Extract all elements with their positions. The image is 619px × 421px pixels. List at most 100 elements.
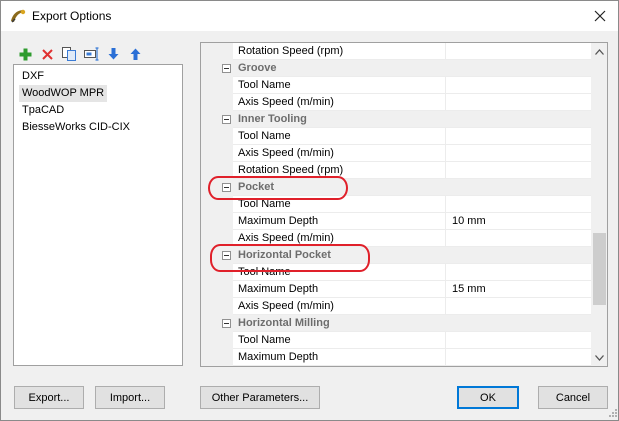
property-value[interactable]: 15 mm [452, 281, 486, 298]
collapse-toggle-icon[interactable] [222, 115, 231, 124]
move-down-icon [108, 48, 119, 60]
window-title: Export Options [32, 9, 112, 23]
column-separator [445, 94, 446, 111]
property-category-row[interactable]: Horizontal Milling [201, 315, 591, 332]
property-row[interactable]: Maximum Depth [201, 349, 591, 366]
property-name: Tool Name [238, 79, 291, 91]
add-icon [19, 48, 32, 60]
column-separator [445, 264, 446, 281]
export-profile-list[interactable]: DXF WoodWOP MPR TpaCAD BiesseWorks CID-C… [13, 64, 183, 366]
move-down-button[interactable] [105, 46, 122, 62]
import-button[interactable]: Import... [95, 386, 165, 409]
column-separator [445, 145, 446, 162]
column-separator [445, 43, 446, 60]
export-options-dialog: Export Options DXF WoodWOP MPR TpaCAD Bi… [0, 0, 619, 421]
profile-item-tpacad[interactable]: TpaCAD [19, 102, 67, 119]
column-separator [445, 298, 446, 315]
row-gutter [201, 162, 233, 179]
property-name: Maximum Depth [238, 351, 319, 363]
row-gutter [201, 145, 233, 162]
property-row[interactable]: Maximum Depth 15 mm [201, 281, 591, 298]
column-separator [445, 230, 446, 247]
property-row[interactable]: Rotation Speed (rpm) [201, 162, 591, 179]
profile-toolbar [17, 46, 144, 62]
row-gutter [201, 332, 233, 349]
row-gutter [201, 196, 233, 213]
property-name: Axis Speed (m/min) [238, 96, 334, 108]
delete-profile-button[interactable] [39, 46, 56, 62]
column-separator [445, 213, 446, 230]
title-bar[interactable]: Export Options [1, 1, 618, 31]
add-profile-button[interactable] [17, 46, 34, 62]
property-row[interactable]: Maximum Depth 10 mm [201, 213, 591, 230]
row-gutter [201, 349, 233, 366]
property-name: Axis Speed (m/min) [238, 147, 334, 159]
row-gutter [201, 230, 233, 247]
category-label: Pocket [238, 181, 275, 193]
property-row[interactable]: Tool Name [201, 196, 591, 213]
property-name: Axis Speed (m/min) [238, 300, 334, 312]
property-name: Axis Speed (m/min) [238, 232, 334, 244]
property-category-row[interactable]: Horizontal Pocket [201, 247, 591, 264]
row-gutter [201, 213, 233, 230]
collapse-toggle-icon[interactable] [222, 251, 231, 260]
property-row[interactable]: Rotation Speed (rpm) [201, 43, 591, 60]
delete-icon [42, 48, 53, 60]
column-separator [445, 281, 446, 298]
export-button[interactable]: Export... [14, 386, 84, 409]
app-logo-icon [11, 9, 26, 23]
row-gutter [201, 77, 233, 94]
profile-item-woodwop-mpr[interactable]: WoodWOP MPR [19, 85, 108, 102]
property-category-row[interactable]: Groove [201, 60, 591, 77]
category-label: Horizontal Milling [238, 317, 330, 329]
chevron-down-icon [595, 354, 604, 361]
copy-profile-button[interactable] [61, 46, 78, 62]
collapse-toggle-icon[interactable] [222, 319, 231, 328]
property-name: Maximum Depth [238, 215, 319, 227]
category-label: Groove [238, 62, 277, 74]
ok-button[interactable]: OK [457, 386, 519, 409]
category-label: Inner Tooling [238, 113, 307, 125]
scroll-down-button[interactable] [591, 349, 607, 366]
scroll-up-button[interactable] [591, 43, 607, 60]
property-row[interactable]: Axis Speed (m/min) [201, 230, 591, 247]
column-separator [445, 77, 446, 94]
collapse-toggle-icon[interactable] [222, 183, 231, 192]
property-grid[interactable]: Rotation Speed (rpm) Groove Tool Name Axis … [200, 42, 608, 367]
property-row[interactable]: Tool Name [201, 332, 591, 349]
property-name: Tool Name [238, 130, 291, 142]
row-gutter [201, 298, 233, 315]
rename-icon [84, 47, 99, 61]
property-row[interactable]: Tool Name [201, 264, 591, 281]
column-separator [445, 349, 446, 366]
other-parameters-button[interactable]: Other Parameters... [200, 386, 320, 409]
cancel-button[interactable]: Cancel [538, 386, 608, 409]
close-button[interactable] [587, 5, 613, 27]
property-name: Rotation Speed (rpm) [238, 45, 344, 57]
property-row[interactable]: Tool Name [201, 128, 591, 145]
row-gutter [201, 128, 233, 145]
property-row[interactable]: Axis Speed (m/min) [201, 298, 591, 315]
profile-item-biesseworks[interactable]: BiesseWorks CID-CIX [19, 119, 133, 136]
collapse-toggle-icon[interactable] [222, 64, 231, 73]
row-gutter [201, 43, 233, 60]
rename-profile-button[interactable] [83, 46, 100, 62]
vertical-scrollbar[interactable] [591, 43, 607, 366]
copy-icon [62, 47, 76, 61]
profile-item-dxf[interactable]: DXF [19, 68, 47, 85]
property-row[interactable]: Axis Speed (m/min) [201, 94, 591, 111]
column-separator [445, 196, 446, 213]
property-row[interactable]: Tool Name [201, 77, 591, 94]
row-gutter [201, 281, 233, 298]
move-up-button[interactable] [127, 46, 144, 62]
resize-grip-icon[interactable] [606, 408, 618, 420]
close-icon [594, 10, 606, 22]
property-name: Rotation Speed (rpm) [238, 164, 344, 176]
property-value[interactable]: 10 mm [452, 213, 486, 230]
row-gutter [201, 264, 233, 281]
property-category-row[interactable]: Inner Tooling [201, 111, 591, 128]
property-row[interactable]: Axis Speed (m/min) [201, 145, 591, 162]
property-name: Tool Name [238, 266, 291, 278]
scrollbar-thumb[interactable] [593, 233, 606, 305]
property-category-row[interactable]: Pocket [201, 179, 591, 196]
